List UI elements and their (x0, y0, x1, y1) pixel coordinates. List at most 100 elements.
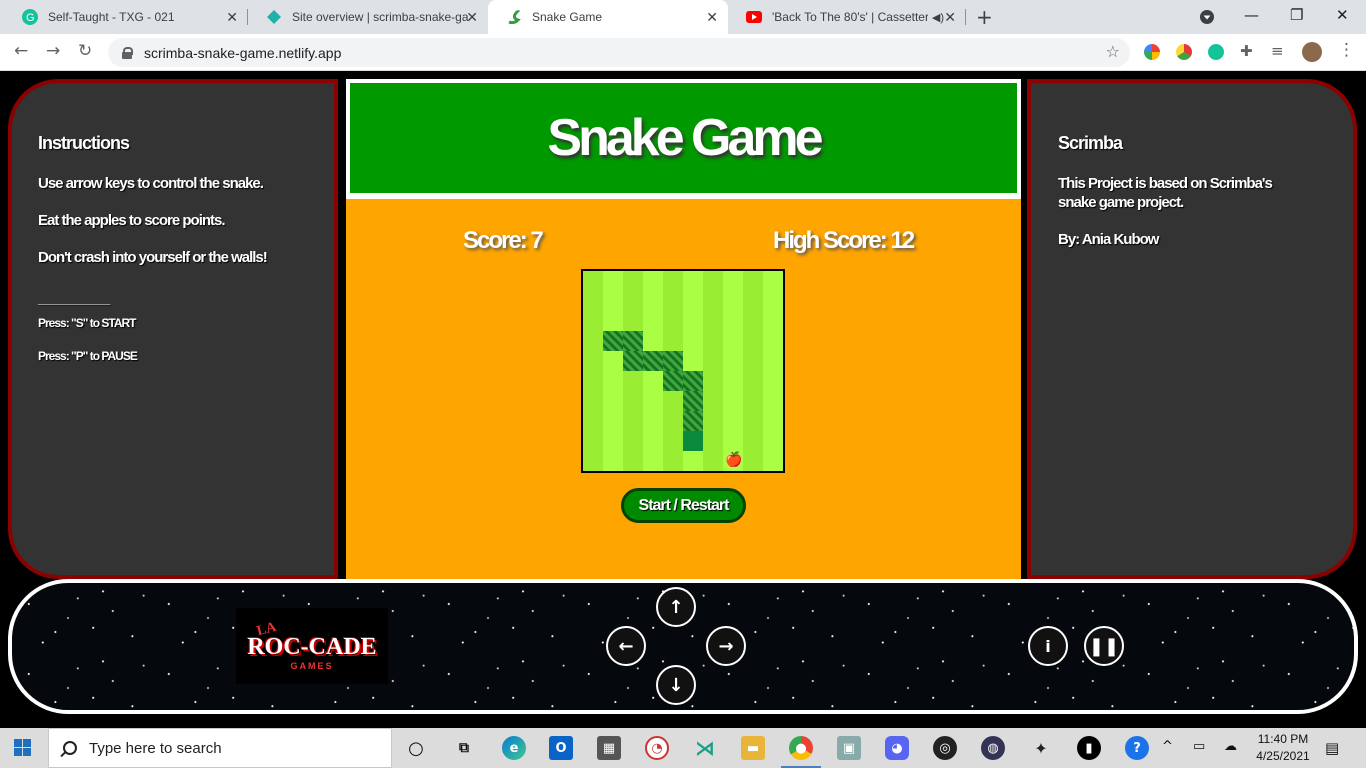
snake-segment (683, 391, 703, 411)
media-queue-icon[interactable]: ≡ (1271, 42, 1284, 60)
clock-time: 11:40 PM (1257, 732, 1309, 746)
vscode-icon[interactable]: ⋊ (693, 736, 717, 760)
pause-key-hint: Press: "P" to PAUSE (38, 349, 138, 363)
cortana-icon[interactable]: ○ (404, 736, 428, 760)
instructions-heading: Instructions (38, 133, 130, 153)
bookmark-star-icon[interactable]: ☆ (1106, 42, 1120, 61)
puzzle-extensions-icon[interactable]: ✚ (1240, 42, 1253, 60)
arrow-up-button[interactable]: ↑ (656, 587, 696, 627)
windows-taskbar: Type here to search ○ ⧉ e O ▦ ◔ ⋊ ▬ ● ▣ … (0, 728, 1366, 768)
outlook-icon[interactable]: O (549, 736, 573, 760)
tab-title: Self-Taught - TXG - 021 (48, 10, 175, 24)
pause-icon: ❚❚ (1088, 635, 1120, 657)
device-icon[interactable]: ▭ (1193, 739, 1205, 754)
help-icon[interactable]: ? (1125, 736, 1149, 760)
youtube-icon (746, 9, 762, 25)
info-icon: i (1045, 636, 1051, 656)
file-explorer-icon[interactable]: ▬ (741, 736, 765, 760)
discord-icon[interactable]: ◕ (885, 736, 909, 760)
start-restart-button[interactable]: Start / Restart (621, 488, 746, 523)
restore-icon[interactable]: ❐ (1290, 6, 1303, 24)
speedometer-app-icon[interactable]: ◔ (645, 736, 669, 760)
credits-panel: Scrimba This Project is based on Scrimba… (1027, 79, 1357, 579)
high-score-display: High Score: 12 (773, 227, 915, 254)
tab-youtube[interactable]: 'Back To The 80's' | Cassetter ◀) ✕ (728, 0, 966, 34)
score-display: Score: 7 (463, 227, 544, 254)
image-viewer-icon[interactable]: ▣ (837, 736, 861, 760)
close-icon[interactable]: ✕ (944, 9, 956, 26)
reload-icon[interactable]: ↻ (78, 41, 92, 61)
game-container: Snake Game Score: 7 High Score: 12 🍎 Sta… (346, 79, 1021, 579)
calculator-icon[interactable]: ▦ (597, 736, 621, 760)
lock-icon (122, 46, 133, 59)
instructions-panel: Instructions Use arrow keys to control t… (8, 79, 338, 579)
arrow-left-icon: ← (618, 635, 634, 657)
arrow-down-button[interactable]: ↓ (656, 665, 696, 705)
tab-title: 'Back To The 80's' | Cassetter (772, 10, 928, 24)
info-button[interactable]: i (1028, 626, 1068, 666)
svg-text:G: G (26, 12, 35, 24)
credits-heading: Scrimba (1058, 133, 1123, 153)
app-icon[interactable]: ✦ (1029, 736, 1053, 760)
tab-snake-game[interactable]: Snake Game ✕ (488, 0, 728, 34)
tab-separator (965, 9, 966, 25)
windows-start-icon[interactable] (14, 739, 32, 757)
back-icon[interactable]: ← (14, 41, 28, 61)
arrow-right-icon: → (718, 635, 734, 657)
obs-icon[interactable]: ◎ (933, 736, 957, 760)
snake-segment (663, 371, 683, 391)
grammarly-extension-icon[interactable] (1208, 44, 1224, 60)
vpn-icon[interactable]: ◍ (981, 736, 1005, 760)
tab-search-icon[interactable] (1199, 9, 1215, 29)
tab-self-taught[interactable]: G Self-Taught - TXG - 021 ✕ (4, 0, 248, 34)
snake-segment (623, 351, 643, 371)
edge-icon[interactable]: e (502, 736, 526, 760)
arrow-up-icon: ↑ (668, 596, 684, 618)
arrow-down-icon: ↓ (668, 674, 684, 696)
forward-icon[interactable]: → (46, 41, 60, 61)
title-banner: Snake Game (346, 79, 1021, 199)
clock-date: 4/25/2021 (1256, 749, 1310, 763)
close-icon[interactable]: ✕ (706, 9, 718, 26)
snake-segment (643, 351, 663, 371)
window-close-icon[interactable]: ✕ (1336, 6, 1349, 24)
task-view-icon[interactable]: ⧉ (452, 736, 476, 760)
snake-segment (603, 331, 623, 351)
page-viewport: Instructions Use arrow keys to control t… (0, 71, 1366, 728)
close-icon[interactable]: ✕ (466, 9, 478, 26)
arrow-right-button[interactable]: → (706, 626, 746, 666)
address-bar[interactable]: scrimba-snake-game.netlify.app ☆ (108, 38, 1130, 67)
credits-description: This Project is based on Scrimba's snake… (1058, 175, 1273, 211)
page-title: Snake Game (547, 109, 823, 167)
arrow-left-button[interactable]: ← (606, 626, 646, 666)
minimize-icon[interactable]: — (1244, 6, 1259, 24)
chevron-up-icon[interactable]: ^ (1162, 739, 1173, 754)
snake-icon (506, 9, 522, 25)
instruction-line: Use arrow keys to control the snake. (38, 175, 264, 192)
tab-site-overview[interactable]: Site overview | scrimba-snake-ga ✕ (248, 0, 488, 34)
snake-segment (623, 331, 643, 351)
speaker-icon[interactable]: ◀) (932, 11, 944, 24)
snake-segment (663, 351, 683, 371)
grammarly-icon: G (22, 9, 38, 25)
snake-head (683, 431, 703, 451)
taskbar-search-input[interactable]: Type here to search (48, 728, 392, 768)
avatar[interactable] (1302, 42, 1322, 62)
pause-button[interactable]: ❚❚ (1084, 626, 1124, 666)
notification-icon[interactable]: ▤ (1325, 739, 1339, 757)
system-clock[interactable]: 11:40 PM 4/25/2021 (1250, 731, 1316, 765)
network-icon[interactable]: ☁ (1224, 739, 1237, 754)
color-picker-extension-icon[interactable] (1144, 44, 1160, 60)
game-board[interactable]: 🍎 (581, 269, 785, 473)
browser-tab-strip: G Self-Taught - TXG - 021 ✕ Site overvie… (0, 0, 1366, 34)
chrome-icon[interactable]: ● (789, 736, 813, 760)
close-icon[interactable]: ✕ (226, 9, 238, 26)
title-banner-inner: Snake Game (350, 83, 1017, 193)
mic-icon[interactable]: ▮ (1077, 736, 1101, 760)
extension-icon[interactable] (1176, 44, 1192, 60)
browser-toolbar: ← → ↻ scrimba-snake-game.netlify.app ☆ ✚… (0, 34, 1366, 71)
divider: __________ (38, 291, 111, 306)
tab-title: Snake Game (532, 10, 603, 24)
new-tab-icon[interactable]: + (976, 5, 993, 29)
menu-kebab-icon[interactable]: ⋮ (1338, 40, 1355, 60)
